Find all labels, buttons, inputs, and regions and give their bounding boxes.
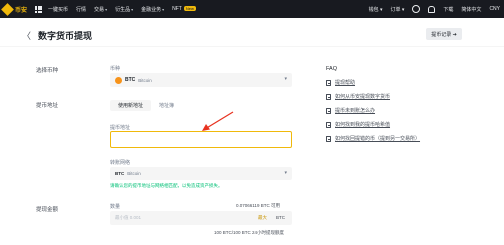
faq-item[interactable]: 提币未到账怎么办 <box>326 107 375 114</box>
faq-item[interactable]: 如何找回提错的币（提到另一交易所） <box>326 135 420 142</box>
withdraw-history-button[interactable]: 提币记录 ➔ <box>426 28 462 40</box>
top-right-menu: 钱包 ▾ 订单 ▾ 下载 简体中文 CNY <box>361 0 500 18</box>
nav-item-finance[interactable]: 金融业务▾ <box>141 6 164 13</box>
logo[interactable]: 币安 <box>1 2 28 16</box>
document-icon <box>326 121 331 128</box>
step-select-coin: 选择币种 <box>36 68 59 74</box>
chevron-down-icon: ▾ <box>105 6 108 12</box>
nav-item-markets[interactable]: 行情 <box>76 6 86 13</box>
network-notice: 请确认您的提币地址与网络相匹配，以免造成资产损失。 <box>110 183 223 188</box>
header-divider <box>0 46 504 47</box>
page-title: 数字货币提现 <box>38 31 93 41</box>
bell-icon[interactable] <box>428 5 436 13</box>
download-link[interactable]: 下载 <box>443 6 453 13</box>
amount-unit: BTC <box>276 215 285 220</box>
btc-coin-icon <box>115 76 122 84</box>
nav-item-buy-crypto[interactable]: 一键买币 <box>48 6 68 13</box>
faq-item[interactable]: 如何从币安提现数字货币 <box>326 93 390 100</box>
user-icon[interactable] <box>412 5 421 13</box>
address-field-label: 提币地址 <box>110 125 131 131</box>
amount-field-label: 数量 <box>110 204 121 210</box>
chevron-down-icon: ▾ <box>284 170 287 176</box>
network-name: Bitcoin <box>127 171 141 176</box>
new-badge: New <box>183 6 196 11</box>
network-code: BTC <box>115 171 125 176</box>
faq-title: FAQ <box>326 66 338 72</box>
nav-item-trade[interactable]: 交易▾ <box>94 6 107 13</box>
step-withdraw-amount: 提现金额 <box>36 207 59 213</box>
coin-field-label: 币种 <box>110 66 121 72</box>
amount-placeholder: 最小值 0.001 <box>115 215 142 220</box>
faq-link[interactable]: 提币未到账怎么办 <box>335 107 375 114</box>
apps-grid-icon[interactable] <box>35 5 43 13</box>
address-tabs: 使用新地址 地址簿 <box>110 100 182 111</box>
step-withdraw-address: 提币地址 <box>36 103 59 109</box>
top-nav-bar: 币安 一键买币 行情 交易▾ 衍生品▾ 金融业务▾ NFT New 钱包 ▾ 订单… <box>0 0 504 18</box>
orders-menu[interactable]: 订单 ▾ <box>390 6 404 13</box>
coin-select[interactable]: BTC Bitcoin ▾ <box>110 73 292 87</box>
language-selector[interactable]: 简体中文 <box>461 6 481 13</box>
coin-name: Bitcoin <box>138 77 152 83</box>
faq-item[interactable]: 如何找到我的提币哈希值 <box>326 121 390 128</box>
nav-item-derivatives[interactable]: 衍生品▾ <box>115 6 133 13</box>
faq-item[interactable]: 提现帮助 <box>326 79 355 86</box>
chevron-down-icon: ▾ <box>284 76 287 82</box>
withdraw-limit: 100 BTC/100 BTC 24小时提现额度 <box>214 230 285 235</box>
tab-new-address[interactable]: 使用新地址 <box>110 100 152 111</box>
tab-address-book[interactable]: 地址簿 <box>151 100 182 111</box>
wallet-menu[interactable]: 钱包 ▾ <box>369 6 383 13</box>
binance-logo-icon <box>1 2 14 16</box>
document-icon <box>326 93 331 100</box>
available-balance: 0.07066119 BTC 可用 <box>236 203 280 208</box>
chevron-down-icon: ▾ <box>131 6 134 12</box>
document-icon <box>326 107 331 114</box>
faq-link[interactable]: 如何找回提错的币（提到另一交易所） <box>335 135 420 142</box>
document-icon <box>326 79 331 86</box>
back-arrow-icon[interactable]: 〈 <box>22 29 31 42</box>
amount-input[interactable]: 最小值 0.001 最大 BTC <box>110 211 292 225</box>
main-nav: 一键买币 行情 交易▾ 衍生品▾ 金融业务▾ NFT New <box>48 6 204 13</box>
annotation-arrow-icon <box>202 111 234 131</box>
nav-item-nft[interactable]: NFT New <box>172 6 196 12</box>
logo-text: 币安 <box>15 7 28 14</box>
coin-code: BTC <box>125 77 136 83</box>
faq-link[interactable]: 如何找到我的提币哈希值 <box>335 121 390 128</box>
max-button[interactable]: 最大 <box>258 215 267 221</box>
document-icon <box>326 135 331 142</box>
network-select[interactable]: BTC Bitcoin ▾ <box>110 167 292 180</box>
network-field-label: 转账网络 <box>110 160 131 166</box>
currency-selector[interactable]: CNY <box>489 6 500 12</box>
faq-link[interactable]: 提现帮助 <box>335 79 355 86</box>
chevron-down-icon: ▾ <box>162 6 165 12</box>
faq-link[interactable]: 如何从币安提现数字货币 <box>335 93 390 100</box>
